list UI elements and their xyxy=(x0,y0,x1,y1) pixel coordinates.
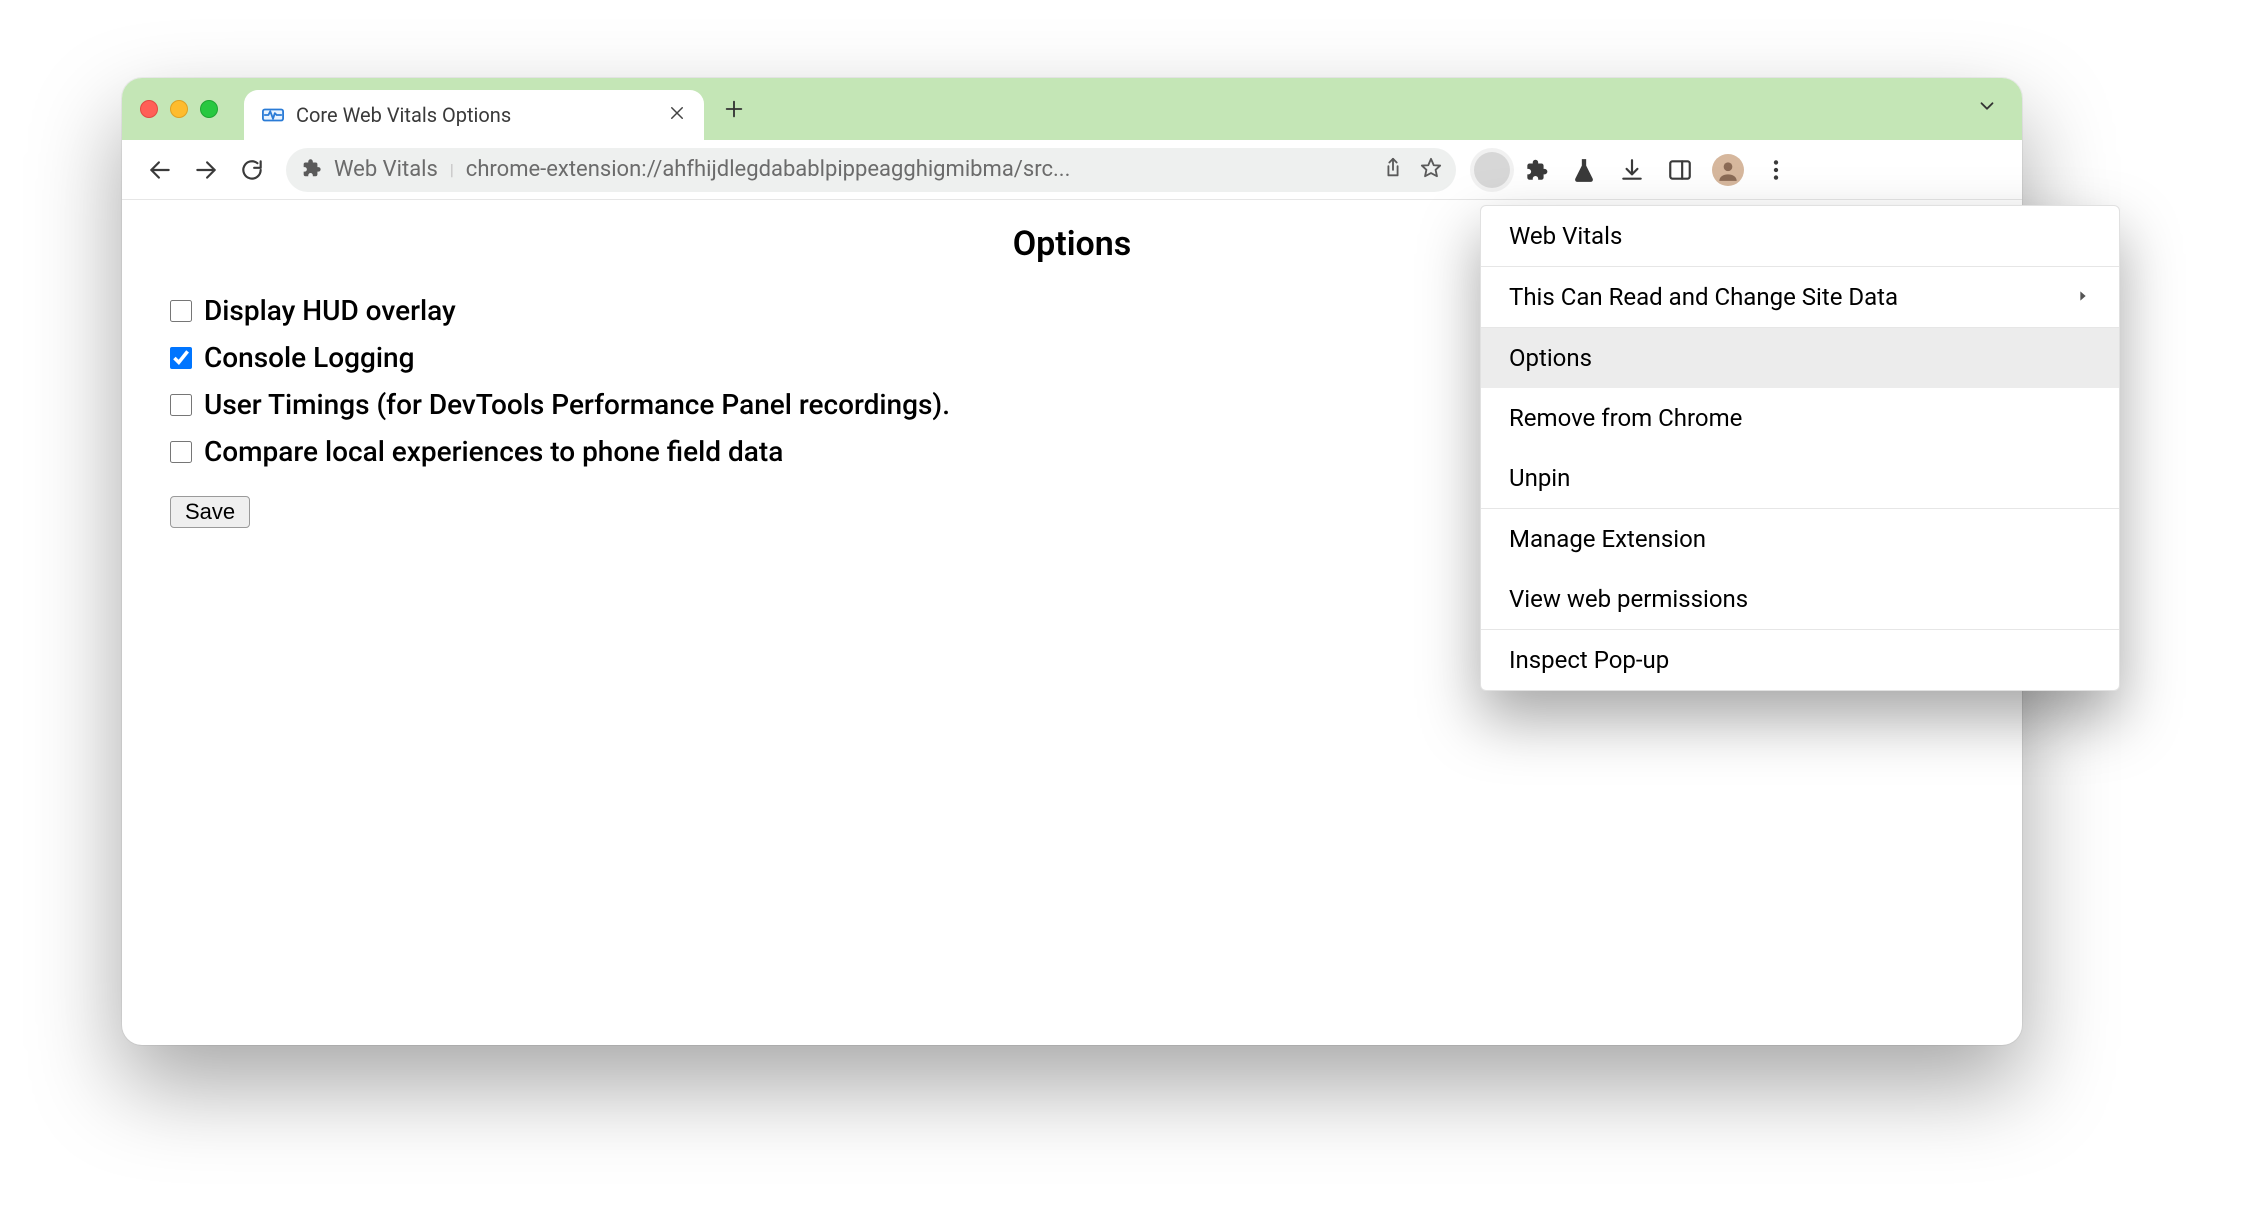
option-checkbox[interactable] xyxy=(170,300,192,322)
context-menu-item[interactable]: Remove from Chrome xyxy=(1481,388,2119,448)
reload-button[interactable] xyxy=(230,148,274,192)
option-label: User Timings (for DevTools Performance P… xyxy=(204,388,950,421)
extensions-button[interactable] xyxy=(1514,148,1558,192)
window-controls xyxy=(140,100,218,118)
context-menu-item[interactable]: Inspect Pop-up xyxy=(1481,630,2119,690)
omnibox-url: chrome-extension://ahfhijdlegdabablpippe… xyxy=(466,157,1370,182)
vitals-favicon-icon xyxy=(262,104,284,126)
context-menu-item[interactable]: View web permissions xyxy=(1481,569,2119,629)
option-label: Display HUD overlay xyxy=(204,294,456,327)
context-menu-item[interactable]: Manage Extension xyxy=(1481,509,2119,569)
context-menu-item[interactable]: This Can Read and Change Site Data xyxy=(1481,267,2119,327)
option-checkbox[interactable] xyxy=(170,394,192,416)
option-checkbox[interactable] xyxy=(170,441,192,463)
minimize-window-button[interactable] xyxy=(170,100,188,118)
forward-button[interactable] xyxy=(184,148,228,192)
back-button[interactable] xyxy=(138,148,182,192)
context-menu-item-label: View web permissions xyxy=(1509,585,1748,613)
tab-title: Core Web Vitals Options xyxy=(296,103,656,127)
omnibox-extension-name: Web Vitals xyxy=(334,157,438,182)
context-menu-item-label: Inspect Pop-up xyxy=(1509,646,1669,674)
side-panel-button[interactable] xyxy=(1658,148,1702,192)
context-menu-item-label: Options xyxy=(1509,344,1592,372)
context-menu-item[interactable]: Unpin xyxy=(1481,448,2119,508)
extension-icon xyxy=(300,157,322,183)
browser-tab[interactable]: Core Web Vitals Options xyxy=(244,90,704,140)
option-label: Console Logging xyxy=(204,341,415,374)
tab-list-dropdown-button[interactable] xyxy=(1966,89,2008,129)
close-window-button[interactable] xyxy=(140,100,158,118)
kebab-menu-button[interactable] xyxy=(1754,148,1798,192)
tab-strip: Core Web Vitals Options xyxy=(122,78,2022,140)
address-bar[interactable]: Web Vitals | chrome-extension://ahfhijdl… xyxy=(286,148,1456,192)
toolbar: Web Vitals | chrome-extension://ahfhijdl… xyxy=(122,140,2022,200)
context-menu-header-label: Web Vitals xyxy=(1509,222,1622,250)
save-button[interactable]: Save xyxy=(170,496,250,528)
context-menu-item-label: This Can Read and Change Site Data xyxy=(1509,283,1898,311)
extension-context-menu: Web Vitals This Can Read and Change Site… xyxy=(1480,205,2120,691)
context-menu-item-label: Unpin xyxy=(1509,464,1570,492)
bookmark-star-icon[interactable] xyxy=(1420,157,1442,183)
option-checkbox[interactable] xyxy=(170,347,192,369)
context-menu-item[interactable]: Options xyxy=(1481,328,2119,388)
context-menu-header: Web Vitals xyxy=(1481,206,2119,266)
maximize-window-button[interactable] xyxy=(200,100,218,118)
profile-avatar[interactable] xyxy=(1706,148,1750,192)
context-menu-item-label: Manage Extension xyxy=(1509,525,1706,553)
labs-flask-icon[interactable] xyxy=(1562,148,1606,192)
context-menu-item-label: Remove from Chrome xyxy=(1509,404,1742,432)
downloads-button[interactable] xyxy=(1610,148,1654,192)
new-tab-button[interactable] xyxy=(714,89,754,129)
share-icon[interactable] xyxy=(1382,157,1404,183)
option-label: Compare local experiences to phone field… xyxy=(204,435,783,468)
submenu-arrow-icon xyxy=(2075,285,2091,309)
close-tab-button[interactable] xyxy=(668,103,686,128)
active-extension-chip[interactable] xyxy=(1474,152,1510,188)
toolbar-right xyxy=(1474,148,1798,192)
omnibox-separator: | xyxy=(450,160,454,179)
